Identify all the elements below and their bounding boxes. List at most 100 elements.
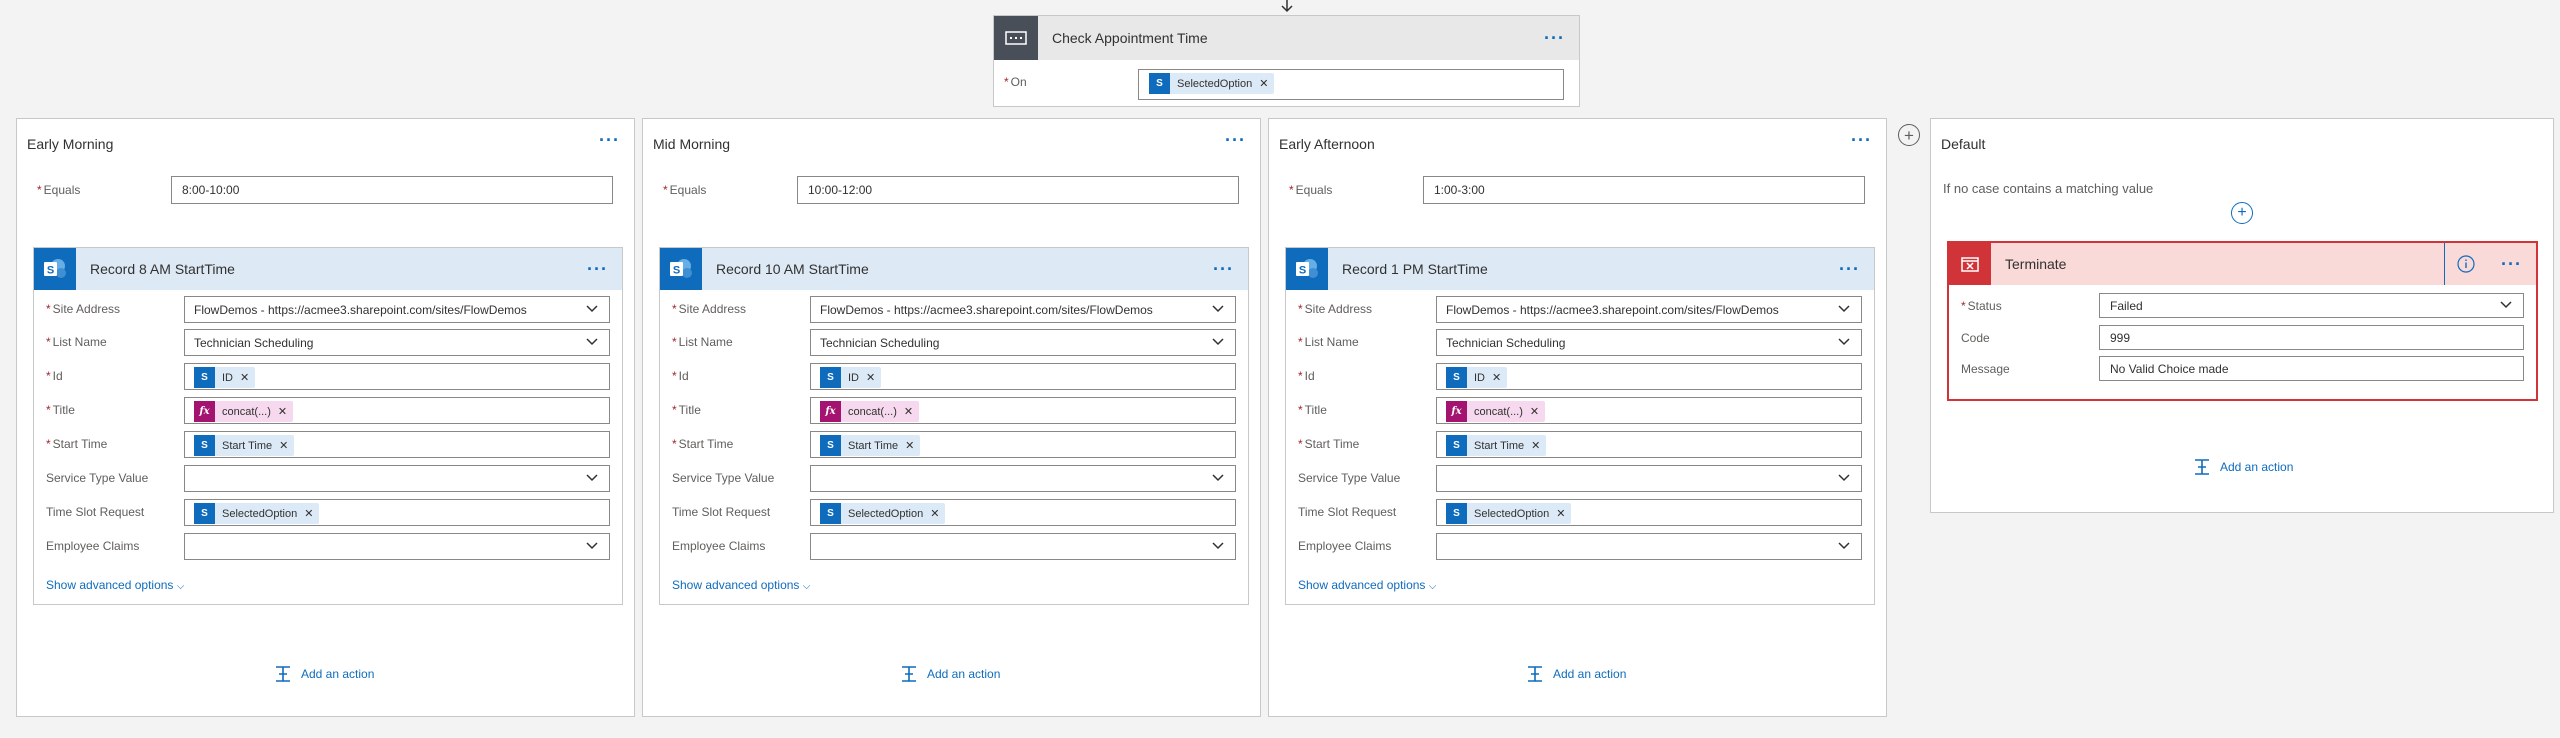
action-header[interactable]: S Record 10 AM StartTime [660,248,1248,290]
title-field[interactable]: fx concat(...) ✕ [810,397,1236,424]
employee-claims-dropdown[interactable] [810,533,1236,560]
add-action-button[interactable]: Add an action [1525,664,1626,684]
code-field[interactable]: 999 [2099,325,2524,350]
more-options-icon[interactable] [1837,131,1886,149]
start-time-field[interactable]: S Start Time ✕ [810,431,1236,458]
dynamic-token[interactable]: S SelectedOption ✕ [1446,503,1572,524]
add-case-icon[interactable]: + [1898,124,1920,146]
equals-field[interactable]: 1:00-3:00 [1423,176,1865,204]
chevron-down-icon: ⌵ [1428,581,1437,592]
remove-token-icon[interactable]: ✕ [1531,439,1540,452]
time-slot-field[interactable]: S SelectedOption ✕ [810,499,1236,526]
service-type-dropdown[interactable] [184,465,610,492]
service-type-row: Service Type Value [46,465,610,492]
site-address-dropdown[interactable]: FlowDemos - https://acmee3.sharepoint.co… [1436,296,1862,323]
more-options-icon[interactable] [1211,131,1260,149]
dynamic-token[interactable]: S ID ✕ [194,367,256,388]
show-advanced-options-link[interactable]: Show advanced options ⌵ [672,578,810,592]
show-advanced-options-link[interactable]: Show advanced options ⌵ [46,578,184,592]
token-label: concat(...) [222,405,271,418]
list-name-dropdown[interactable]: Technician Scheduling [810,329,1236,356]
sharepoint-action-card[interactable]: S Record 1 PM StartTime *Site Address FlowD… [1285,247,1875,605]
message-value: No Valid Choice made [2110,362,2229,376]
time-slot-field[interactable]: S SelectedOption ✕ [1436,499,1862,526]
switch-card[interactable]: Check Appointment Time *On S SelectedOpt… [993,15,1580,107]
remove-token-icon[interactable]: ✕ [866,371,875,384]
token-label: concat(...) [1474,405,1523,418]
dynamic-token[interactable]: S ID ✕ [820,367,882,388]
service-type-dropdown[interactable] [1436,465,1862,492]
site-address-dropdown[interactable]: FlowDemos - https://acmee3.sharepoint.co… [810,296,1236,323]
expression-token-icon: fx [820,401,841,422]
dynamic-token[interactable]: S SelectedOption ✕ [820,503,946,524]
more-options-icon[interactable] [2487,255,2536,273]
remove-token-icon[interactable]: ✕ [904,405,913,418]
add-action-button[interactable]: Add an action [899,664,1000,684]
default-title: Default [1941,136,1986,152]
sharepoint-action-card[interactable]: S Record 10 AM StartTime *Site Address Flow… [659,247,1249,605]
dynamic-token[interactable]: fx concat(...) ✕ [194,401,294,422]
add-action-button[interactable]: Add an action [2192,457,2293,477]
dynamic-token[interactable]: S Start Time ✕ [194,435,295,456]
time-slot-field[interactable]: S SelectedOption ✕ [184,499,610,526]
site-address-row: * Site Address FlowDemos - https://acmee3.… [672,296,1236,323]
title-field[interactable]: fx concat(...) ✕ [1436,397,1862,424]
remove-token-icon[interactable]: ✕ [304,507,313,520]
employee-claims-dropdown[interactable] [1436,533,1862,560]
remove-token-icon[interactable]: ✕ [905,439,914,452]
remove-token-icon[interactable]: ✕ [1556,507,1565,520]
title-field[interactable]: fx concat(...) ✕ [184,397,610,424]
on-field[interactable]: S SelectedOption ✕ [1138,69,1564,100]
id-field[interactable]: S ID ✕ [184,363,610,390]
equals-field[interactable]: 8:00-10:00 [171,176,613,204]
equals-field[interactable]: 10:00-12:00 [797,176,1239,204]
remove-token-icon[interactable]: ✕ [1492,371,1501,384]
more-options-icon[interactable] [1825,260,1874,278]
remove-token-icon[interactable]: ✕ [278,405,287,418]
add-action-button[interactable]: Add an action [273,664,374,684]
start-time-row: * Start Time S Start Time ✕ [46,431,610,458]
message-field[interactable]: No Valid Choice made [2099,356,2524,381]
employee-claims-dropdown[interactable] [184,533,610,560]
site-address-label: * Site Address [1298,302,1373,316]
dynamic-token[interactable]: fx concat(...) ✕ [820,401,920,422]
dynamic-token[interactable]: S ID ✕ [1446,367,1508,388]
id-field[interactable]: S ID ✕ [810,363,1236,390]
terminate-header[interactable]: Terminate [1949,243,2536,285]
remove-token-icon[interactable]: ✕ [1530,405,1539,418]
id-field[interactable]: S ID ✕ [1436,363,1862,390]
dynamic-token[interactable]: S SelectedOption ✕ [194,503,320,524]
dynamic-token[interactable]: fx concat(...) ✕ [1446,401,1546,422]
list-name-dropdown[interactable]: Technician Scheduling [184,329,610,356]
add-action-label: Add an action [1553,667,1627,681]
title-row: * Title fx concat(...) ✕ [46,397,610,424]
remove-token-icon[interactable]: ✕ [279,439,288,452]
list-name-dropdown[interactable]: Technician Scheduling [1436,329,1862,356]
more-options-icon[interactable] [585,131,634,149]
show-advanced-options-link[interactable]: Show advanced options ⌵ [1298,578,1436,592]
action-header[interactable]: S Record 8 AM StartTime [34,248,622,290]
start-time-field[interactable]: S Start Time ✕ [184,431,610,458]
dynamic-token[interactable]: S Start Time ✕ [1446,435,1547,456]
add-action-icon [1528,666,1542,682]
more-options-icon[interactable] [1199,260,1248,278]
switch-header[interactable]: Check Appointment Time [994,16,1579,60]
status-dropdown[interactable]: Failed [2099,293,2524,318]
remove-token-icon[interactable]: ✕ [240,371,249,384]
service-type-dropdown[interactable] [810,465,1236,492]
site-address-dropdown[interactable]: FlowDemos - https://acmee3.sharepoint.co… [184,296,610,323]
more-options-icon[interactable] [1530,29,1579,47]
remove-token-icon[interactable]: ✕ [1259,77,1268,90]
info-icon[interactable] [2445,255,2487,273]
sharepoint-action-card[interactable]: S Record 8 AM StartTime *Site Address FlowD… [33,247,623,605]
remove-token-icon[interactable]: ✕ [930,507,939,520]
action-header[interactable]: S Record 1 PM StartTime [1286,248,1874,290]
more-options-icon[interactable] [573,260,622,278]
token-label: ID [848,371,859,384]
insert-step-icon[interactable]: + [2231,202,2253,224]
start-time-field[interactable]: S Start Time ✕ [1436,431,1862,458]
dynamic-token[interactable]: S SelectedOption ✕ [1149,73,1275,94]
dynamic-token[interactable]: S Start Time ✕ [820,435,921,456]
terminate-card[interactable]: Terminate *Status Failed Code 999 Messag… [1947,241,2538,401]
sharepoint-token-icon: S [194,367,215,388]
